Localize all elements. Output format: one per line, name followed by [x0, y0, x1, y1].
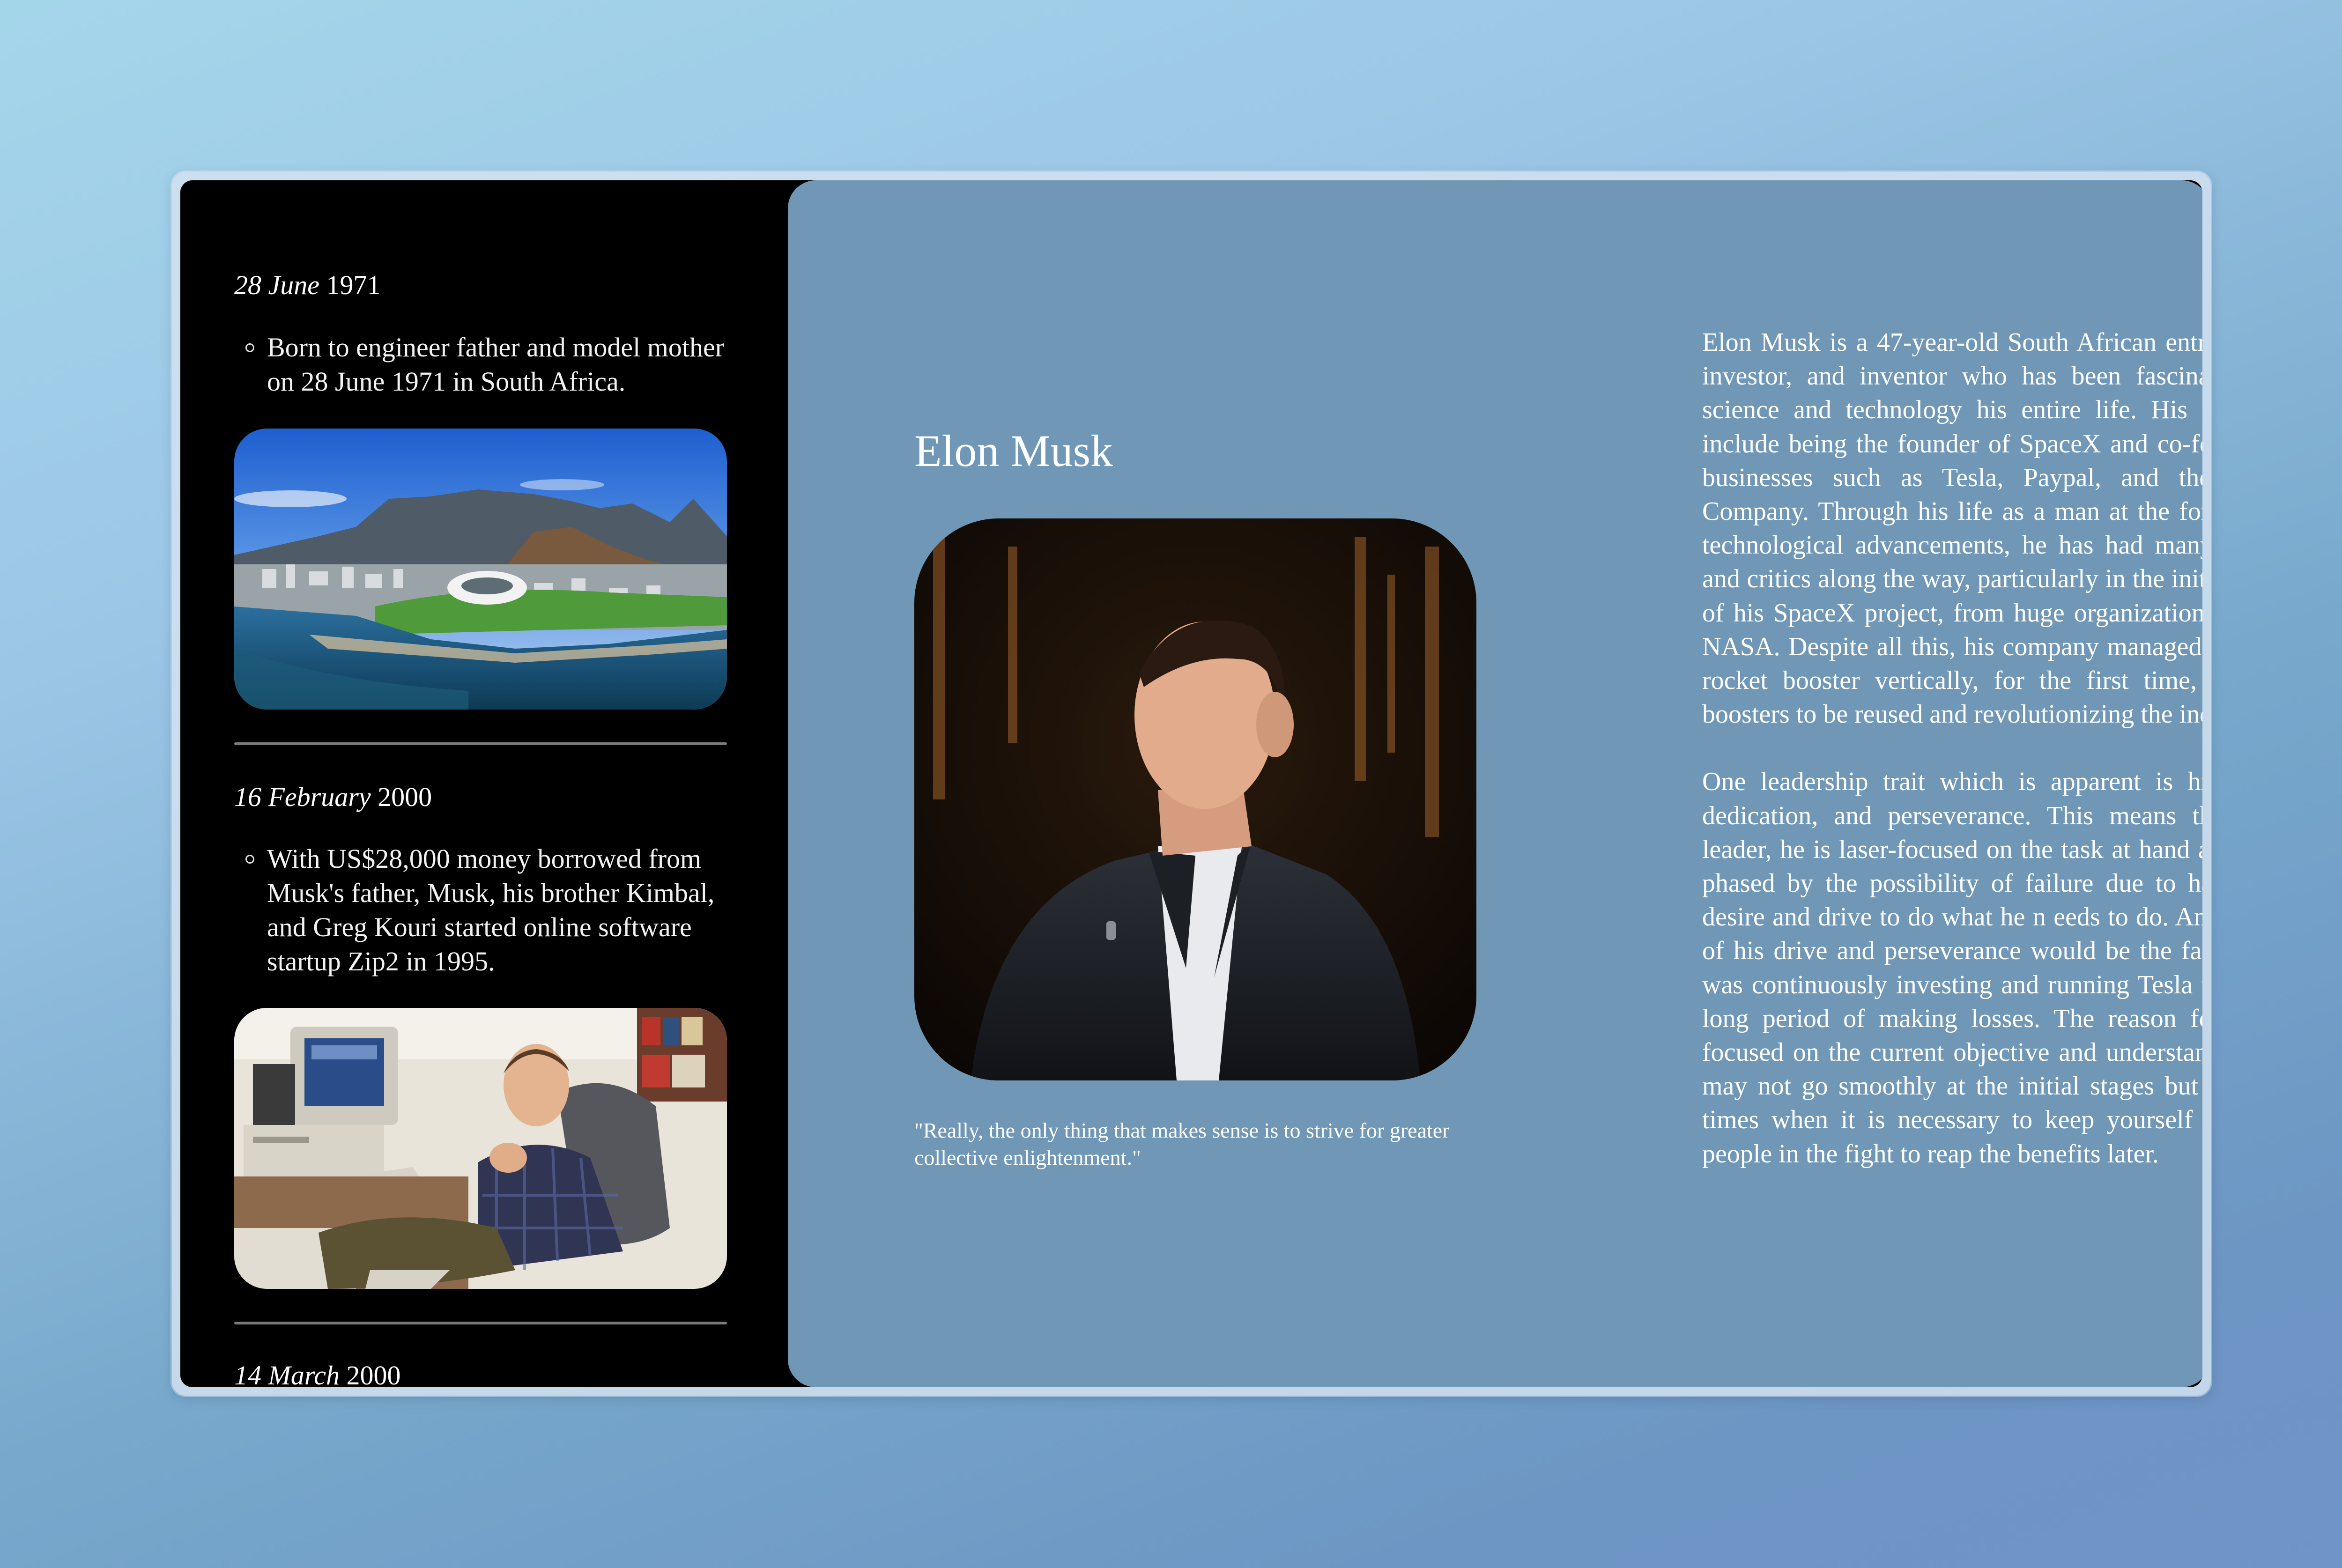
- timeline-bullet-text: With US$28,000 money borrowed from Musk'…: [267, 843, 715, 976]
- timeline-divider: [234, 742, 727, 745]
- timeline-sidebar[interactable]: 28 June 1971 Born to engineer father and…: [180, 180, 789, 1387]
- cape-town-image: [234, 429, 727, 710]
- profile-content: Elon Musk "Really, the only thing that m…: [788, 180, 2202, 1387]
- timeline-bullet: With US$28,000 money borrowed from Musk'…: [245, 842, 735, 978]
- portrait-image: [914, 518, 1476, 1080]
- bio-paragraph: Elon Musk is a 47-year-old South African…: [1702, 328, 2202, 729]
- profile-portrait: [914, 518, 1476, 1080]
- timeline-date-year: 2000: [346, 1360, 401, 1387]
- profile-name: Elon Musk: [914, 426, 1113, 476]
- card-inner: 28 June 1971 Born to engineer father and…: [180, 180, 2202, 1387]
- page-card: 28 June 1971 Born to engineer father and…: [172, 172, 2211, 1396]
- timeline-divider: [234, 1322, 727, 1324]
- timeline-date: 14 March 2000: [234, 1360, 400, 1387]
- profile-quote: "Really, the only thing that makes sense…: [914, 1118, 1450, 1169]
- zip2-office-photo: [234, 1008, 727, 1289]
- bio-paragraph: One leadership trait which is apparent i…: [1702, 767, 2202, 1169]
- timeline-bullet: Born to engineer father and model mother…: [245, 330, 735, 399]
- timeline-date-year: 2000: [378, 782, 432, 812]
- timeline-date: 28 June 1971: [234, 269, 381, 301]
- timeline-date: 16 February 2000: [234, 781, 432, 813]
- office-image: [234, 1008, 727, 1289]
- cape-town-photo: [234, 429, 727, 710]
- timeline-date-day: 16 February: [234, 782, 371, 812]
- timeline-bullet-text: Born to engineer father and model mother…: [267, 332, 725, 397]
- bullet-circle-icon: [245, 343, 254, 352]
- timeline-date-day: 14 March: [234, 1360, 340, 1387]
- timeline-date-year: 1971: [326, 270, 381, 300]
- timeline-date-day: 28 June: [234, 270, 319, 300]
- bullet-circle-icon: [245, 855, 254, 864]
- profile-bio: Elon Musk is a 47-year-old South African…: [1702, 325, 2202, 1205]
